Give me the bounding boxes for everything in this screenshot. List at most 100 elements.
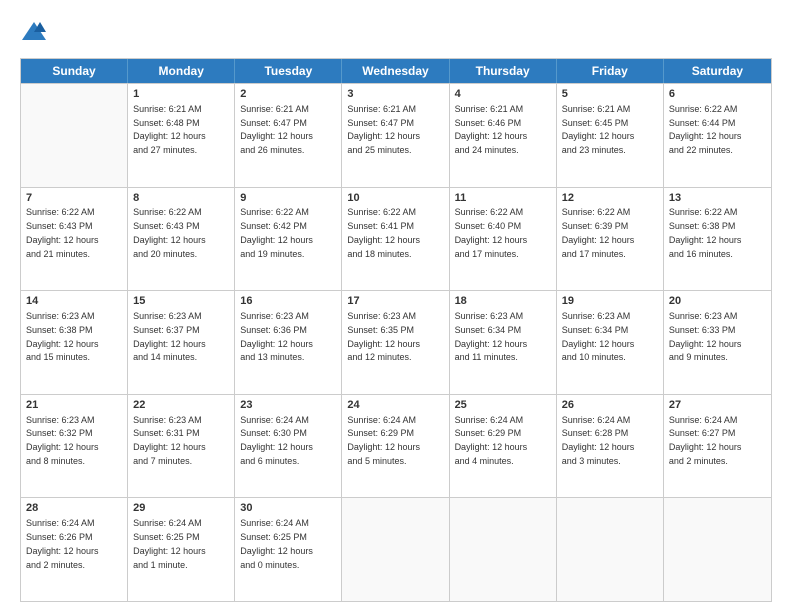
calendar-cell: 27 Sunrise: 6:24 AMSunset: 6:27 PMDaylig… xyxy=(664,395,771,498)
cell-info: Sunrise: 6:21 AMSunset: 6:48 PMDaylight:… xyxy=(133,104,206,155)
calendar-cell: 3 Sunrise: 6:21 AMSunset: 6:47 PMDayligh… xyxy=(342,84,449,187)
cell-info: Sunrise: 6:24 AMSunset: 6:29 PMDaylight:… xyxy=(347,415,420,466)
calendar-row: 28 Sunrise: 6:24 AMSunset: 6:26 PMDaylig… xyxy=(21,497,771,601)
calendar-cell: 21 Sunrise: 6:23 AMSunset: 6:32 PMDaylig… xyxy=(21,395,128,498)
day-number: 24 xyxy=(347,398,443,413)
cell-info: Sunrise: 6:23 AMSunset: 6:33 PMDaylight:… xyxy=(669,311,742,362)
day-number: 8 xyxy=(133,191,229,206)
cell-info: Sunrise: 6:22 AMSunset: 6:39 PMDaylight:… xyxy=(562,207,635,258)
cell-info: Sunrise: 6:22 AMSunset: 6:41 PMDaylight:… xyxy=(347,207,420,258)
day-number: 30 xyxy=(240,501,336,516)
calendar-cell: 25 Sunrise: 6:24 AMSunset: 6:29 PMDaylig… xyxy=(450,395,557,498)
calendar-cell: 30 Sunrise: 6:24 AMSunset: 6:25 PMDaylig… xyxy=(235,498,342,601)
day-number: 29 xyxy=(133,501,229,516)
header xyxy=(20,18,772,48)
day-number: 4 xyxy=(455,87,551,102)
calendar-cell: 20 Sunrise: 6:23 AMSunset: 6:33 PMDaylig… xyxy=(664,291,771,394)
calendar-cell: 13 Sunrise: 6:22 AMSunset: 6:38 PMDaylig… xyxy=(664,188,771,291)
day-number: 28 xyxy=(26,501,122,516)
calendar-cell xyxy=(342,498,449,601)
cell-info: Sunrise: 6:22 AMSunset: 6:38 PMDaylight:… xyxy=(669,207,742,258)
calendar-cell: 10 Sunrise: 6:22 AMSunset: 6:41 PMDaylig… xyxy=(342,188,449,291)
day-number: 19 xyxy=(562,294,658,309)
cell-info: Sunrise: 6:24 AMSunset: 6:28 PMDaylight:… xyxy=(562,415,635,466)
header-day: Sunday xyxy=(21,59,128,83)
cell-info: Sunrise: 6:24 AMSunset: 6:26 PMDaylight:… xyxy=(26,518,99,569)
day-number: 16 xyxy=(240,294,336,309)
header-day: Tuesday xyxy=(235,59,342,83)
calendar-cell: 22 Sunrise: 6:23 AMSunset: 6:31 PMDaylig… xyxy=(128,395,235,498)
header-day: Friday xyxy=(557,59,664,83)
day-number: 15 xyxy=(133,294,229,309)
calendar-row: 14 Sunrise: 6:23 AMSunset: 6:38 PMDaylig… xyxy=(21,290,771,394)
day-number: 20 xyxy=(669,294,766,309)
calendar-cell: 28 Sunrise: 6:24 AMSunset: 6:26 PMDaylig… xyxy=(21,498,128,601)
cell-info: Sunrise: 6:23 AMSunset: 6:37 PMDaylight:… xyxy=(133,311,206,362)
header-day: Monday xyxy=(128,59,235,83)
day-number: 23 xyxy=(240,398,336,413)
cell-info: Sunrise: 6:22 AMSunset: 6:40 PMDaylight:… xyxy=(455,207,528,258)
cell-info: Sunrise: 6:22 AMSunset: 6:42 PMDaylight:… xyxy=(240,207,313,258)
cell-info: Sunrise: 6:24 AMSunset: 6:27 PMDaylight:… xyxy=(669,415,742,466)
calendar-cell: 11 Sunrise: 6:22 AMSunset: 6:40 PMDaylig… xyxy=(450,188,557,291)
calendar-cell xyxy=(664,498,771,601)
day-number: 12 xyxy=(562,191,658,206)
cell-info: Sunrise: 6:23 AMSunset: 6:35 PMDaylight:… xyxy=(347,311,420,362)
calendar-cell: 17 Sunrise: 6:23 AMSunset: 6:35 PMDaylig… xyxy=(342,291,449,394)
day-number: 17 xyxy=(347,294,443,309)
day-number: 9 xyxy=(240,191,336,206)
calendar-cell: 19 Sunrise: 6:23 AMSunset: 6:34 PMDaylig… xyxy=(557,291,664,394)
cell-info: Sunrise: 6:21 AMSunset: 6:47 PMDaylight:… xyxy=(347,104,420,155)
calendar-row: 21 Sunrise: 6:23 AMSunset: 6:32 PMDaylig… xyxy=(21,394,771,498)
cell-info: Sunrise: 6:22 AMSunset: 6:44 PMDaylight:… xyxy=(669,104,742,155)
day-number: 6 xyxy=(669,87,766,102)
calendar-cell: 14 Sunrise: 6:23 AMSunset: 6:38 PMDaylig… xyxy=(21,291,128,394)
day-number: 18 xyxy=(455,294,551,309)
day-number: 13 xyxy=(669,191,766,206)
calendar-cell: 2 Sunrise: 6:21 AMSunset: 6:47 PMDayligh… xyxy=(235,84,342,187)
header-day: Wednesday xyxy=(342,59,449,83)
calendar-cell: 4 Sunrise: 6:21 AMSunset: 6:46 PMDayligh… xyxy=(450,84,557,187)
calendar-cell: 6 Sunrise: 6:22 AMSunset: 6:44 PMDayligh… xyxy=(664,84,771,187)
day-number: 5 xyxy=(562,87,658,102)
calendar-cell xyxy=(21,84,128,187)
cell-info: Sunrise: 6:21 AMSunset: 6:46 PMDaylight:… xyxy=(455,104,528,155)
calendar-cell: 8 Sunrise: 6:22 AMSunset: 6:43 PMDayligh… xyxy=(128,188,235,291)
day-number: 1 xyxy=(133,87,229,102)
calendar-cell: 5 Sunrise: 6:21 AMSunset: 6:45 PMDayligh… xyxy=(557,84,664,187)
calendar-cell xyxy=(557,498,664,601)
cell-info: Sunrise: 6:23 AMSunset: 6:31 PMDaylight:… xyxy=(133,415,206,466)
cell-info: Sunrise: 6:24 AMSunset: 6:25 PMDaylight:… xyxy=(240,518,313,569)
cell-info: Sunrise: 6:24 AMSunset: 6:25 PMDaylight:… xyxy=(133,518,206,569)
day-number: 11 xyxy=(455,191,551,206)
header-day: Saturday xyxy=(664,59,771,83)
calendar-header: SundayMondayTuesdayWednesdayThursdayFrid… xyxy=(21,59,771,83)
calendar-row: 7 Sunrise: 6:22 AMSunset: 6:43 PMDayligh… xyxy=(21,187,771,291)
cell-info: Sunrise: 6:23 AMSunset: 6:36 PMDaylight:… xyxy=(240,311,313,362)
page: SundayMondayTuesdayWednesdayThursdayFrid… xyxy=(0,0,792,612)
cell-info: Sunrise: 6:21 AMSunset: 6:47 PMDaylight:… xyxy=(240,104,313,155)
day-number: 27 xyxy=(669,398,766,413)
calendar-cell: 1 Sunrise: 6:21 AMSunset: 6:48 PMDayligh… xyxy=(128,84,235,187)
cell-info: Sunrise: 6:23 AMSunset: 6:34 PMDaylight:… xyxy=(455,311,528,362)
header-day: Thursday xyxy=(450,59,557,83)
day-number: 7 xyxy=(26,191,122,206)
logo-icon xyxy=(20,18,48,46)
logo xyxy=(20,18,50,48)
calendar-cell: 9 Sunrise: 6:22 AMSunset: 6:42 PMDayligh… xyxy=(235,188,342,291)
calendar-cell: 16 Sunrise: 6:23 AMSunset: 6:36 PMDaylig… xyxy=(235,291,342,394)
cell-info: Sunrise: 6:21 AMSunset: 6:45 PMDaylight:… xyxy=(562,104,635,155)
cell-info: Sunrise: 6:22 AMSunset: 6:43 PMDaylight:… xyxy=(26,207,99,258)
calendar-cell: 26 Sunrise: 6:24 AMSunset: 6:28 PMDaylig… xyxy=(557,395,664,498)
calendar: SundayMondayTuesdayWednesdayThursdayFrid… xyxy=(20,58,772,602)
calendar-cell: 29 Sunrise: 6:24 AMSunset: 6:25 PMDaylig… xyxy=(128,498,235,601)
calendar-cell: 15 Sunrise: 6:23 AMSunset: 6:37 PMDaylig… xyxy=(128,291,235,394)
calendar-cell: 23 Sunrise: 6:24 AMSunset: 6:30 PMDaylig… xyxy=(235,395,342,498)
calendar-cell: 12 Sunrise: 6:22 AMSunset: 6:39 PMDaylig… xyxy=(557,188,664,291)
cell-info: Sunrise: 6:23 AMSunset: 6:32 PMDaylight:… xyxy=(26,415,99,466)
cell-info: Sunrise: 6:23 AMSunset: 6:38 PMDaylight:… xyxy=(26,311,99,362)
day-number: 14 xyxy=(26,294,122,309)
calendar-cell: 18 Sunrise: 6:23 AMSunset: 6:34 PMDaylig… xyxy=(450,291,557,394)
calendar-cell xyxy=(450,498,557,601)
calendar-row: 1 Sunrise: 6:21 AMSunset: 6:48 PMDayligh… xyxy=(21,83,771,187)
